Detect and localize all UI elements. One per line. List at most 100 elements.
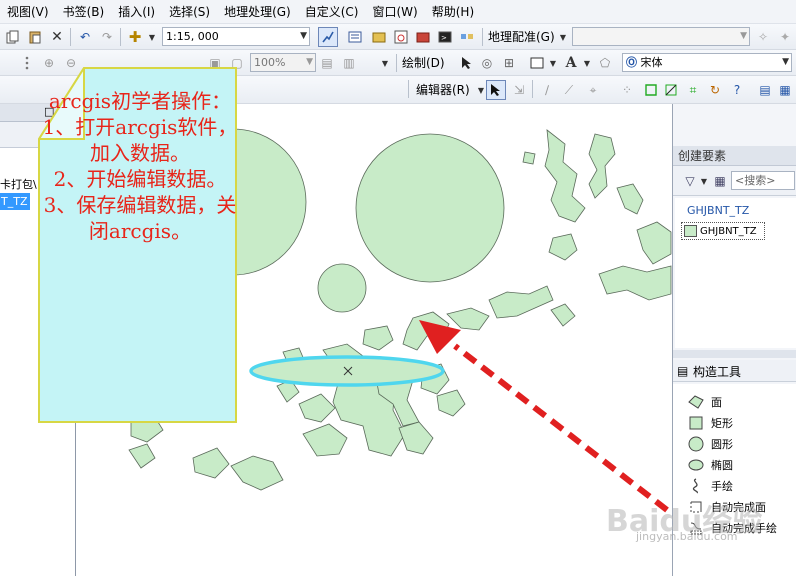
- reshape-feature-icon[interactable]: [642, 81, 660, 99]
- menu-windows[interactable]: 窗口(W): [366, 0, 425, 24]
- parcel-feature: [302, 423, 348, 457]
- arctoolbox-icon[interactable]: [414, 28, 432, 46]
- select-elements-icon[interactable]: [458, 54, 476, 72]
- map-scale-combo[interactable]: 1:15, 000 ▼: [162, 27, 310, 46]
- parcel-feature: [544, 129, 586, 223]
- layout-zoom-combo[interactable]: 100% ▼: [250, 53, 316, 72]
- rotate-icon[interactable]: ✦: [776, 28, 794, 46]
- polygon-tool-icon: [687, 394, 705, 410]
- tool-freehand[interactable]: 手绘: [687, 476, 733, 496]
- cut-polygon-icon[interactable]: [662, 81, 680, 99]
- sketch-properties-icon[interactable]: ▦: [776, 81, 794, 99]
- editor-menu[interactable]: 编辑器(R): [416, 81, 470, 99]
- parcel-feature: [446, 307, 490, 331]
- split-tool-icon[interactable]: ⌗: [684, 81, 702, 99]
- annotation-arrow-line: [453, 343, 669, 513]
- template-group-label: GHJBNT_TZ: [687, 204, 750, 217]
- panel-splitter[interactable]: [673, 350, 796, 358]
- search-window-icon[interactable]: [392, 28, 410, 46]
- undo-icon[interactable]: ↶: [76, 28, 94, 46]
- note-line-step1: 1、打开arcgis软件，加入数据。: [42, 115, 238, 165]
- python-window-icon[interactable]: >: [436, 28, 454, 46]
- freehand-tool-icon: [687, 478, 705, 494]
- menu-insert[interactable]: 插入(I): [111, 0, 162, 24]
- edit-tool-icon[interactable]: [486, 80, 506, 100]
- construction-tools-header: ▤ 构造工具: [673, 360, 796, 382]
- rectangle-tool-icon: [687, 415, 705, 431]
- parcel-feature: [230, 455, 284, 491]
- polygon-swatch-icon: [684, 225, 697, 237]
- tool-freehand-label: 手绘: [711, 480, 733, 493]
- chevron-down-icon: ▼: [306, 57, 313, 67]
- drawing-menu[interactable]: 绘制(D): [402, 54, 445, 72]
- toc-icon[interactable]: [346, 28, 364, 46]
- selected-ellipse-feature: [249, 355, 445, 387]
- organize-templates-icon[interactable]: ▦: [711, 172, 729, 190]
- straight-segment-icon[interactable]: ∕: [538, 81, 556, 99]
- attributes-icon[interactable]: ?: [728, 81, 746, 99]
- copy-icon[interactable]: [4, 28, 22, 46]
- template-search-input[interactable]: <搜索>: [731, 171, 795, 190]
- menu-geoprocessing[interactable]: 地理处理(G): [217, 0, 298, 24]
- tool-ellipse-label: 椭圆: [711, 459, 733, 472]
- font-combo[interactable]: Ⓞ 宋体 ▼: [622, 53, 792, 72]
- georeferencing-dropdown-icon[interactable]: ▼: [554, 28, 572, 46]
- attribute-table-icon[interactable]: ▤: [756, 81, 774, 99]
- menu-bookmarks[interactable]: 书签(B): [56, 0, 112, 24]
- edit-vertices-icon[interactable]: ⬠: [596, 54, 614, 72]
- parcel-feature: [298, 393, 336, 423]
- add-data-dropdown-icon[interactable]: ▼: [143, 28, 161, 46]
- rotate-tool-icon[interactable]: ↻: [706, 81, 724, 99]
- zoom-to-elements-icon[interactable]: ⊞: [500, 54, 518, 72]
- menu-customize[interactable]: 自定义(C): [298, 0, 366, 24]
- pan-icon[interactable]: [18, 54, 36, 72]
- add-data-icon[interactable]: ✚: [126, 28, 144, 46]
- edit-vertices-icon[interactable]: ⁘: [618, 81, 636, 99]
- edit-annotation-icon[interactable]: ⇲: [510, 81, 528, 99]
- tool-rectangle[interactable]: 矩形: [687, 413, 733, 433]
- catalog-icon[interactable]: [370, 28, 388, 46]
- tool-ellipse[interactable]: 椭圆: [687, 455, 733, 475]
- tool-polygon[interactable]: 面: [687, 392, 722, 412]
- parcel-feature: [398, 421, 434, 455]
- text-dropdown-icon[interactable]: ▼: [578, 54, 596, 72]
- model-builder-icon[interactable]: [458, 28, 476, 46]
- shape-dropdown-icon[interactable]: ▼: [544, 54, 562, 72]
- paste-icon[interactable]: [26, 28, 44, 46]
- circle-feature: [355, 133, 505, 283]
- template-item-label: GHJBNT_TZ: [700, 225, 757, 237]
- focus-frame-icon[interactable]: ▥: [340, 54, 358, 72]
- circle-tool-icon: [687, 436, 705, 452]
- point-icon[interactable]: ⌖: [584, 81, 602, 99]
- layout-zoom-value: 100%: [254, 56, 286, 69]
- parcel-feature: [128, 443, 156, 469]
- font-type-icon: Ⓞ: [626, 56, 637, 69]
- parcel-feature: [598, 265, 672, 301]
- rotate-element-icon[interactable]: ◎: [478, 54, 496, 72]
- parcel-feature: [550, 303, 576, 327]
- tool-circle[interactable]: 圆形: [687, 434, 733, 454]
- svg-text:>: >: [441, 34, 447, 42]
- construction-tools-list: 面 矩形 圆形 椭圆 手绘 自动完成面 自动完成手绘: [673, 384, 796, 576]
- menu-view[interactable]: 视图(V): [0, 0, 56, 24]
- parcel-feature: [488, 285, 554, 319]
- toggle-draft-icon[interactable]: ▤: [318, 54, 336, 72]
- menu-help[interactable]: 帮助(H): [425, 0, 481, 24]
- toc-layer-selected[interactable]: T_TZ: [0, 193, 30, 210]
- delete-icon[interactable]: ✕: [48, 28, 66, 46]
- trace-icon[interactable]: ⟋: [560, 81, 578, 99]
- add-control-points-icon[interactable]: ✧: [754, 28, 772, 46]
- redo-icon[interactable]: ↷: [98, 28, 116, 46]
- georeferencing-layer-combo[interactable]: ▼: [572, 27, 750, 46]
- editor-toolbar-icon[interactable]: [318, 27, 338, 47]
- layout-dropdown-icon[interactable]: ▼: [376, 54, 394, 72]
- baidu-watermark-url: jingyan.baidu.com: [636, 530, 738, 543]
- parcel-feature: [362, 325, 394, 351]
- ellipse-tool-icon: [687, 457, 705, 473]
- construction-tools-title: 构造工具: [693, 365, 742, 379]
- template-item[interactable]: GHJBNT_TZ: [681, 222, 765, 240]
- georeferencing-label[interactable]: 地理配准(G): [488, 28, 555, 46]
- parcel-feature: [192, 447, 230, 479]
- menu-selection[interactable]: 选择(S): [162, 0, 217, 24]
- sticky-note-text: arcgis初学者操作： 1、打开arcgis软件，加入数据。 2、开始编辑数据…: [42, 88, 238, 244]
